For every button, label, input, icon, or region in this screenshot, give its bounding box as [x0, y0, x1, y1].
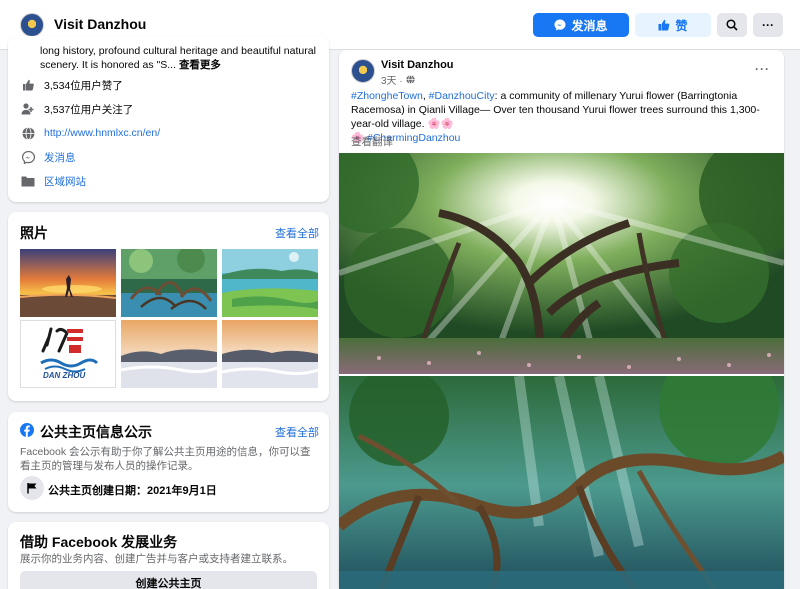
globe-icon [20, 126, 36, 140]
post-time[interactable]: 3天 · [381, 72, 403, 87]
intro-card: long history, profound cultural heritage… [8, 36, 329, 202]
facebook-icon [20, 423, 34, 437]
photo-mangrove-roots[interactable] [121, 249, 217, 317]
photo-sunset-beach[interactable] [20, 249, 116, 317]
transparency-description: Facebook 会公示有助于你了解公共主页用途的信息，你可以查看主页的管理与发… [20, 446, 311, 472]
globe-icon [406, 75, 415, 84]
business-title: 借助 Facebook 发展业务 [20, 534, 178, 550]
followers-count: 3,537位用户关注了 [44, 103, 134, 116]
region-site-row: 区域网站 [20, 174, 86, 188]
transparency-see-all-link[interactable]: 查看全部 [275, 424, 319, 440]
see-translation-link[interactable]: 查看翻译 [351, 134, 393, 149]
hashtag-danzhoucity[interactable]: #DanzhouCity [429, 90, 495, 102]
folder-icon [20, 174, 36, 188]
page-name[interactable]: Visit Danzhou [54, 16, 146, 32]
logo-text: DAN ZHOU [43, 371, 86, 380]
post-photo-forest-sunrays[interactable] [339, 153, 784, 374]
intro-description: long history, profound cultural heritage… [40, 44, 320, 72]
post-text: #ZhongheTown, #DanzhouCity: a community … [351, 89, 776, 145]
photo-sea-of-clouds-2[interactable] [222, 320, 318, 388]
thumbs-up-icon [658, 19, 670, 31]
transparency-title: 公共主页信息公示 [40, 424, 152, 440]
search-icon [726, 19, 738, 31]
post-timestamp: 3天 · [381, 72, 415, 87]
business-description: 展示你的业务内容、创建广告并与客户或支持者建立联系。 [20, 553, 293, 565]
photo-sea-of-clouds[interactable] [121, 320, 217, 388]
website-row: http://www.hnmlxc.cn/en/ [20, 126, 160, 140]
create-page-button[interactable]: 创建公共主页 [20, 571, 317, 589]
likes-count: 3,534位用户赞了 [44, 79, 123, 92]
see-more-link[interactable]: 查看更多 [179, 59, 221, 71]
like-page-button[interactable]: 赞 [635, 13, 711, 37]
followers-icon [20, 102, 36, 116]
grow-business-card: 借助 Facebook 发展业务 展示你的业务内容、创建广告并与客户或支持者建立… [8, 522, 329, 589]
like-label: 赞 [675, 18, 688, 33]
post-author-avatar[interactable] [351, 59, 375, 83]
messenger-icon [20, 150, 36, 164]
flag-icon [20, 476, 44, 500]
search-button[interactable] [717, 13, 747, 37]
photos-title: 照片 [20, 225, 48, 241]
post-options-button[interactable]: ··· [755, 62, 770, 76]
page-transparency-card: 公共主页信息公示 查看全部 Facebook 会公示有助于你了解公共主页用途的信… [8, 412, 329, 512]
hashtag-zhonghetown[interactable]: #ZhongheTown [351, 90, 423, 102]
page-avatar[interactable] [20, 13, 44, 37]
followers-row: 3,537位用户关注了 [20, 102, 133, 116]
photo-green-coast[interactable] [222, 249, 318, 317]
messenger-icon [554, 19, 566, 31]
more-options-button[interactable]: ··· [753, 13, 783, 37]
feed-post: Visit Danzhou 3天 · ··· #ZhongheTown, #Da… [339, 50, 784, 589]
photos-see-all-link[interactable]: 查看全部 [275, 225, 319, 241]
post-author-name[interactable]: Visit Danzhou [381, 59, 454, 71]
send-message-link[interactable]: 发消息 [44, 150, 76, 165]
message-row: 发消息 [20, 150, 76, 164]
photos-card: 照片 查看全部 DAN ZHOU [8, 212, 329, 401]
post-photo-mangrove-roots[interactable] [339, 376, 784, 589]
photo-danzhou-logo[interactable]: DAN ZHOU [20, 320, 116, 388]
page-created-date: 公共主页创建日期：2021年9月1日 [48, 485, 217, 497]
thumbs-up-icon [20, 78, 36, 92]
send-message-button[interactable]: 发消息 [533, 13, 629, 37]
more-icon: ··· [762, 18, 774, 32]
region-site-link[interactable]: 区域网站 [44, 174, 86, 189]
send-message-label: 发消息 [571, 18, 608, 33]
likes-row: 3,534位用户赞了 [20, 78, 123, 92]
website-link[interactable]: http://www.hnmlxc.cn/en/ [44, 127, 160, 139]
